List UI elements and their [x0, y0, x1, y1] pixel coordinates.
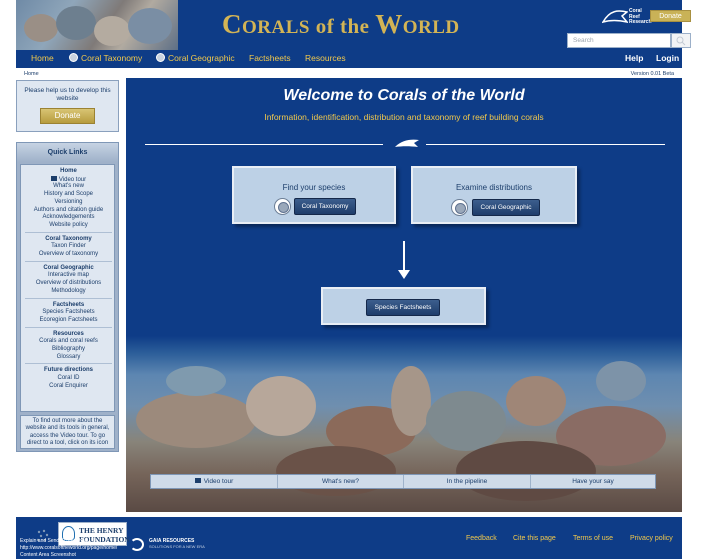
quick-link-item[interactable]: Versioning — [21, 199, 116, 205]
quick-links-list: Home Video tour What's new History and Scop… — [20, 164, 115, 412]
sidebar-donate-box: Please help us to develop this website D… — [16, 80, 119, 132]
footer-terms-link[interactable]: Terms of use — [573, 535, 613, 542]
quick-link-item[interactable]: Glossary — [21, 354, 116, 360]
species-factsheets-button[interactable]: Species Factsheets — [366, 299, 440, 316]
footer-feedback-link[interactable]: Feedback — [466, 535, 497, 542]
feature-have-your-say[interactable]: Have your say — [531, 475, 655, 488]
sidebar-donate-button[interactable]: Donate — [40, 108, 95, 124]
quick-link-item[interactable]: What's new — [21, 183, 116, 189]
footer-privacy-link[interactable]: Privacy policy — [630, 535, 673, 542]
quick-link-item[interactable]: Species Factsheets — [21, 309, 116, 315]
divider-right — [426, 144, 665, 145]
geographic-emblem-icon[interactable] — [451, 199, 468, 216]
quick-links-divider — [25, 363, 112, 365]
geographic-emblem-icon — [156, 53, 165, 62]
examine-distributions-title: Examine distributions — [455, 183, 533, 192]
breadcrumb[interactable]: Home — [24, 71, 39, 77]
main-nav: Home Coral Taxonomy Coral Geographic Fac… — [16, 50, 682, 68]
site-footer: THE HENRY FOUNDATION GAIA RESOURCES SOLU… — [16, 517, 682, 559]
donate-appeal-text: Please help us to develop this website — [24, 87, 111, 102]
taxonomy-emblem-icon[interactable] — [274, 198, 291, 215]
search-input[interactable]: Search — [567, 33, 671, 48]
coral-taxonomy-button[interactable]: Coral Taxonomy — [294, 198, 356, 215]
quick-link-item[interactable]: Website policy — [21, 222, 116, 228]
nav-resources[interactable]: Resources — [305, 53, 346, 63]
search-icon — [676, 36, 686, 46]
quick-links-divider — [25, 297, 112, 299]
down-arrow-icon — [403, 241, 405, 273]
version-label: Version 0.01 Beta — [630, 71, 674, 77]
gaia-resources-logo[interactable]: GAIA RESOURCES SOLUTIONS FOR A NEW ERA — [149, 538, 205, 550]
overlay-url-text: http://www.coralsoftheworld.org/page/hom… — [20, 545, 118, 551]
site-title[interactable]: CORALS of the WORLD — [222, 9, 460, 40]
quick-links-panel: Quick Links Home Video tour What's new Hist… — [16, 142, 119, 452]
divider-left — [145, 144, 383, 145]
find-species-card: Find your species Coral Taxonomy — [232, 166, 396, 224]
quick-link-item[interactable]: Taxon Finder — [21, 243, 116, 249]
quick-links-group-title[interactable]: Future directions — [21, 367, 116, 373]
page-tagline: Information, identification, distributio… — [264, 112, 544, 122]
quick-link-item[interactable]: Corals and coral reefs — [21, 338, 116, 344]
nav-home[interactable]: Home — [31, 53, 54, 63]
quick-link-item[interactable]: Overview of distributions — [21, 280, 116, 286]
nav-coral-geographic[interactable]: Coral Geographic — [156, 53, 235, 63]
quick-links-title: Quick Links — [17, 143, 118, 162]
quick-links-group-title[interactable]: Factsheets — [21, 302, 116, 308]
quick-link-item[interactable]: Interactive map — [21, 272, 116, 278]
quick-links-divider — [25, 231, 112, 233]
nav-coral-taxonomy[interactable]: Coral Taxonomy — [69, 53, 142, 63]
overlay-area-text: Content Area Screenshot — [20, 552, 76, 558]
search-button[interactable] — [671, 33, 691, 48]
quick-link-item[interactable]: Acknowledgements — [21, 214, 116, 220]
feature-in-the-pipeline[interactable]: In the pipeline — [404, 475, 531, 488]
overlay-explain-text: Explain and Send Screenshots — [20, 538, 89, 544]
feature-whats-new[interactable]: What's new? — [278, 475, 404, 488]
quick-link-item[interactable]: Methodology — [21, 288, 116, 294]
find-species-title: Find your species — [282, 183, 346, 192]
quick-link-item[interactable]: Authors and citation guide — [21, 207, 116, 213]
quick-link-item[interactable]: Ecoregion Factsheets — [21, 317, 116, 323]
quick-link-item[interactable]: Coral ID — [21, 375, 116, 381]
quick-links-group-title[interactable]: Coral Geographic — [21, 265, 116, 271]
nav-factsheets[interactable]: Factsheets — [249, 53, 291, 63]
fish-divider-icon — [395, 139, 419, 147]
quick-links-group-title[interactable]: Resources — [21, 331, 116, 337]
examine-distributions-card: Examine distributions Coral Geographic — [411, 166, 577, 224]
quick-link-item[interactable]: History and Scope — [21, 191, 116, 197]
taxonomy-emblem-icon — [69, 53, 78, 62]
nav-help[interactable]: Help — [625, 53, 643, 63]
fish-logo-icon — [601, 10, 629, 24]
quick-link-item[interactable]: Bibliography — [21, 346, 116, 352]
nav-login[interactable]: Login — [656, 53, 679, 63]
quick-links-group-title[interactable]: Home — [21, 168, 116, 174]
quick-links-help-text: To find out more about the website and i… — [20, 415, 115, 449]
header-coral-photo — [16, 0, 178, 50]
page-title: Welcome to Corals of the World — [283, 87, 525, 104]
factsheets-card: Species Factsheets — [321, 287, 486, 325]
feature-bar: Video tour What's new? In the pipeline H… — [150, 474, 656, 489]
video-icon — [50, 175, 57, 181]
feature-video-tour[interactable]: Video tour — [151, 475, 278, 488]
quick-link-item[interactable]: Overview of taxonomy — [21, 251, 116, 257]
down-arrow-head — [398, 270, 410, 279]
footer-cite-link[interactable]: Cite this page — [513, 535, 556, 542]
quick-links-divider — [25, 260, 112, 262]
donate-button[interactable]: Donate — [650, 10, 691, 22]
quick-links-group-title[interactable]: Coral Taxonomy — [21, 236, 116, 242]
quick-links-divider — [25, 326, 112, 328]
site-header: CORALS of the WORLD Coral Reef Research … — [16, 0, 691, 68]
main-content: Welcome to Corals of the World Informati… — [126, 78, 682, 512]
video-icon — [194, 478, 201, 483]
gaia-resources-icon — [130, 538, 144, 551]
quick-link-item[interactable]: Coral Enquirer — [21, 383, 116, 389]
quick-link-item[interactable]: Video tour — [21, 175, 116, 183]
coral-geographic-button[interactable]: Coral Geographic — [472, 199, 540, 216]
